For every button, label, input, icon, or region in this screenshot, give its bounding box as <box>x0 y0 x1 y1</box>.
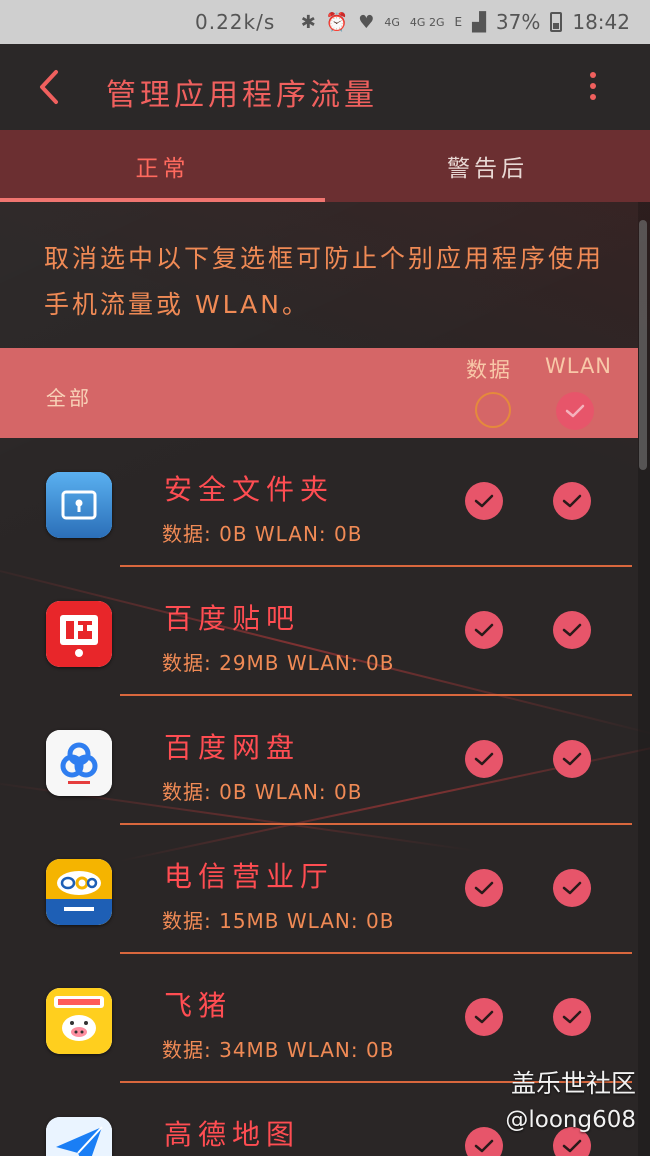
data-checkbox[interactable] <box>465 740 503 778</box>
check-icon <box>474 1010 494 1024</box>
app-usage: 数据: 0B WLAN: 0B <box>162 780 363 804</box>
wlan-checkbox[interactable] <box>553 869 591 907</box>
data-checkbox[interactable] <box>465 1127 503 1156</box>
check-icon <box>562 881 582 895</box>
select-all-wlan-checkbox[interactable] <box>556 392 594 430</box>
check-icon <box>474 1139 494 1153</box>
app-usage: 数据: 0B WLAN: 0B <box>162 522 363 546</box>
secure-folder-icon <box>46 472 112 538</box>
wlan-column-header: WLAN <box>545 354 613 378</box>
app-row: 百度网盘 数据: 0B WLAN: 0B <box>0 696 638 825</box>
scrollbar-thumb[interactable] <box>639 220 647 470</box>
back-arrow-icon <box>40 70 58 104</box>
data-checkbox[interactable] <box>465 869 503 907</box>
app-name: 安全文件夹 <box>164 473 335 506</box>
check-icon <box>565 404 585 418</box>
app-usage: 数据: 15MB WLAN: 0B <box>162 909 395 933</box>
watermark: 盖乐世社区 @loong608 <box>505 1066 636 1138</box>
bluetooth-icon: ✱ <box>300 11 316 33</box>
tab-indicator <box>0 198 325 202</box>
signal-4g-2g-icon: 4G 2G <box>409 15 445 29</box>
wlan-checkbox[interactable] <box>553 998 591 1036</box>
app-name: 百度贴吧 <box>164 602 301 635</box>
instruction-text: 取消选中以下复选框可防止个别应用程序使用手机流量或 WLAN。 <box>44 244 605 319</box>
wlan-checkbox[interactable] <box>553 482 591 520</box>
all-label: 全部 <box>46 386 92 410</box>
signal-e-icon: E <box>454 15 463 29</box>
check-icon <box>562 494 582 508</box>
clock: 18:42 <box>572 10 630 34</box>
tab-after-warning[interactable]: 警告后 <box>325 130 650 202</box>
app-bar: 管理应用程序流量 <box>0 44 650 130</box>
select-all-row: 全部 数据 WLAN <box>0 348 638 438</box>
data-checkbox[interactable] <box>465 998 503 1036</box>
check-icon <box>562 1010 582 1024</box>
watermark-user: @loong608 <box>505 1107 636 1133</box>
wlan-checkbox[interactable] <box>553 611 591 649</box>
page-title: 管理应用程序流量 <box>106 78 378 113</box>
check-icon <box>474 623 494 637</box>
check-icon <box>474 881 494 895</box>
select-all-data-checkbox[interactable] <box>475 392 511 428</box>
more-options-button[interactable] <box>578 68 608 108</box>
amap-icon <box>46 1117 112 1156</box>
telecom-icon <box>46 859 112 925</box>
tab-bar: 正常 警告后 <box>0 130 650 202</box>
app-row: 飞猪 数据: 34MB WLAN: 0B <box>0 954 638 1083</box>
check-icon <box>562 752 582 766</box>
app-usage: 数据: 34MB WLAN: 0B <box>162 1038 395 1062</box>
app-row: 电信营业厅 数据: 15MB WLAN: 0B <box>0 825 638 954</box>
app-row: 安全文件夹 数据: 0B WLAN: 0B <box>0 438 638 567</box>
alarm-icon: ⏰ <box>325 11 349 33</box>
app-name: 电信营业厅 <box>164 860 335 893</box>
more-vert-icon <box>590 72 596 78</box>
signal-bars-icon: ▟ <box>472 11 486 33</box>
check-icon <box>474 494 494 508</box>
check-icon <box>474 752 494 766</box>
status-bar: 0.22k/s ✱ ⏰ ♥ 4G 4G 2G E ▟ 37% 18:42 <box>0 0 650 44</box>
back-button[interactable] <box>30 64 70 110</box>
check-icon <box>562 1139 582 1153</box>
app-name: 飞猪 <box>164 989 233 1022</box>
app-usage: 数据: 29MB WLAN: 0B <box>162 651 395 675</box>
fliggy-icon <box>46 988 112 1054</box>
app-name: 高德地图 <box>164 1118 301 1151</box>
signal-4g-icon: 4G <box>384 15 400 29</box>
watermark-site: 盖乐世社区 <box>510 1069 636 1098</box>
check-icon <box>562 623 582 637</box>
tab-normal[interactable]: 正常 <box>0 130 325 202</box>
data-checkbox[interactable] <box>465 611 503 649</box>
battery-percent: 37% <box>495 10 541 34</box>
net-speed: 0.22k/s <box>195 10 276 34</box>
wlan-checkbox[interactable] <box>553 740 591 778</box>
app-name: 百度网盘 <box>164 731 301 764</box>
baidu-netdisk-icon <box>46 730 112 796</box>
battery-icon <box>550 12 563 32</box>
app-row: 百度贴吧 数据: 29MB WLAN: 0B <box>0 567 638 696</box>
data-column-header: 数据 <box>466 358 512 382</box>
heart-icon: ♥ <box>358 11 375 33</box>
baidu-tieba-icon <box>46 601 112 667</box>
data-checkbox[interactable] <box>465 482 503 520</box>
